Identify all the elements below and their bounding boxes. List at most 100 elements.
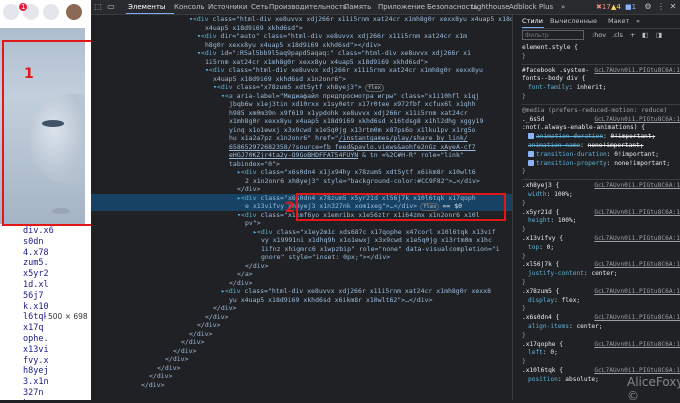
- source-link[interactable]: GcL7AUvn0i1.PIGtu8C6A:1: [594, 314, 680, 323]
- dom-node-line[interactable]: ▸<div class="x1ey2m1c xds687c x17qophe x…: [91, 228, 512, 237]
- dom-node-line[interactable]: x1mh8g0r xexx8yu x4uap5 x18d9i69 xkhd6sd…: [91, 117, 512, 126]
- dom-node-line[interactable]: tabindex="0">: [91, 160, 512, 169]
- info-count-badge[interactable]: ■1: [625, 0, 636, 14]
- dom-node-line[interactable]: 1i5rnm xat24cr x1mh8g0r xexx8yu x4uap5 x…: [91, 58, 512, 67]
- dom-node-line[interactable]: h985 xm0m39n x9f619 x1ypdohk xe8uvvx xdj…: [91, 109, 512, 118]
- css-property[interactable]: align-items: center;: [522, 323, 680, 332]
- dom-node-line[interactable]: </div>: [91, 338, 512, 347]
- source-link[interactable]: GcL7AUvn0i1.PIGtu8C6A:1: [594, 261, 680, 270]
- css-property[interactable]: height: 100%;: [522, 217, 680, 226]
- dom-node-line[interactable]: ▾<a aria-label="Медиафайл предпросмотра …: [91, 92, 512, 101]
- inspect-icon[interactable]: ⬚: [93, 2, 103, 12]
- css-property[interactable]: transition-duration: 0!important;: [522, 150, 680, 160]
- dom-node-line[interactable]: </div>: [91, 313, 512, 322]
- source-link[interactable]: GcL7AUvn0i1.PIGtu8C6A:1: [594, 116, 680, 125]
- tab-lighthouse[interactable]: Lighthouse: [471, 0, 510, 14]
- tab-sources[interactable]: Источники: [208, 0, 247, 14]
- dom-node-line[interactable]: eHGJ70KZjr4ta2y-O9GoBHDFFAT54FUYN & tn =…: [91, 151, 512, 160]
- css-property[interactable]: left: 0;: [522, 349, 680, 358]
- dom-node-line[interactable]: ▾<div dir="auto" class="html-div xe8uvvx…: [91, 32, 512, 41]
- source-link[interactable]: GcL7AUvn0i1.PIGtu8C6A:1: [594, 341, 680, 350]
- toggle-sidebar-icon[interactable]: ◧: [642, 31, 648, 40]
- css-property[interactable]: font-family: inherit;: [522, 84, 680, 93]
- css-property[interactable]: animation-name: none!important;: [522, 142, 680, 151]
- error-count-badge[interactable]: ✖17: [596, 0, 611, 14]
- menu-icon[interactable]: [3, 4, 19, 20]
- new-rule-button[interactable]: +: [630, 31, 635, 40]
- css-property[interactable]: transition-property: none!important;: [522, 159, 680, 169]
- annotation-box-1: [2, 40, 91, 226]
- dom-node-line[interactable]: x4uap5 x18d9i69 xkhd6sd">: [91, 24, 512, 33]
- dom-node-line[interactable]: </div>: [91, 355, 512, 364]
- dom-node-line[interactable]: ▾<div class="html-div xe8uvvx xdj266r x1…: [91, 15, 512, 24]
- dom-node-line[interactable]: </div>: [91, 262, 512, 271]
- dom-node-line[interactable]: jbqb6w x1ej3tin xd10rxx x1sy0etr x17r0te…: [91, 100, 512, 109]
- source-link[interactable]: GcL7AUvn0i1.PIGtu8C6A:1: [594, 182, 680, 191]
- tab-computed[interactable]: Вычисленные: [550, 15, 597, 28]
- tab-layout[interactable]: Макет: [608, 15, 629, 28]
- dom-node-line[interactable]: x4uap5 x18d9i69 xkhd6sd x1n2onr6">: [91, 75, 512, 84]
- dom-node-line[interactable]: ▾<div id=":R5al5bb9l5aq9papd5aqaq:" clas…: [91, 49, 512, 58]
- dom-node-line[interactable]: </div>: [91, 330, 512, 339]
- class-name-fragment: fvy.x: [23, 355, 49, 366]
- more-tabs-icon[interactable]: »: [561, 0, 565, 14]
- tab-elements[interactable]: Элементы: [128, 0, 165, 14]
- dom-node-line[interactable]: </div>: [91, 372, 512, 381]
- property-checkbox[interactable]: [528, 133, 534, 140]
- dom-node-line[interactable]: ▾<div class="html-div xe8uvvx xdj266r x1…: [91, 66, 512, 75]
- styles-filter-input[interactable]: [522, 30, 584, 40]
- flex-badge[interactable]: flex: [364, 84, 384, 92]
- dom-node-line[interactable]: </div>: [91, 381, 512, 390]
- css-property[interactable]: display: flex;: [522, 297, 680, 306]
- dom-node-line[interactable]: 658652972682358/?source=fb_feed&pavlo.vi…: [91, 143, 512, 152]
- dom-node-line[interactable]: 1ifnz xhigmrc6 x1wpzbip" role="none" dat…: [91, 245, 512, 254]
- tab-application[interactable]: Приложение: [378, 0, 425, 14]
- panel-divider[interactable]: [512, 15, 513, 400]
- class-toggle[interactable]: .cls: [612, 31, 623, 40]
- tab-memory[interactable]: Память: [344, 0, 371, 14]
- dom-node-line[interactable]: gnore" style="inset: 0px;"></div>: [91, 253, 512, 262]
- dom-node-line[interactable]: yu x4uap5 x18d9i69 xkhd6sd x6ikm8r x10wl…: [91, 296, 512, 305]
- dom-node-line[interactable]: </a>: [91, 270, 512, 279]
- css-property[interactable]: justify-content: center;: [522, 270, 680, 279]
- avatar[interactable]: [66, 4, 82, 20]
- hover-state-toggle[interactable]: :hov: [592, 31, 606, 40]
- settings-icon[interactable]: ⚙: [643, 2, 653, 12]
- close-icon[interactable]: ✕: [668, 2, 678, 12]
- source-link[interactable]: GcL7AUvn0i1.PIGtu8C6A:1: [594, 288, 680, 297]
- dom-node-line[interactable]: </div>: [91, 347, 512, 356]
- dom-node-line[interactable]: ▾<div class="x78zum5 xdt5ytf xh8yej3"> fl…: [91, 83, 512, 92]
- dom-node-line[interactable]: </div>: [91, 304, 512, 313]
- tab-network[interactable]: Сеть: [251, 0, 268, 14]
- dom-node-line[interactable]: vy x19991ni x1dhq9h x1o1ewxj x3x9cwd x1e…: [91, 236, 512, 245]
- dom-node-line[interactable]: </div>: [91, 321, 512, 330]
- dom-node-line[interactable]: yinq x1o1ewxj x3x9cwd x1e5q0jg x13rtm0m …: [91, 126, 512, 135]
- warning-count-badge[interactable]: ▲4: [611, 0, 621, 14]
- dom-node-line[interactable]: </div>: [91, 279, 512, 288]
- notifications-icon[interactable]: [43, 4, 59, 20]
- more-panes-icon[interactable]: »: [636, 15, 640, 28]
- css-selector: #facebook .system- GcL7AUvn0i1.PIGtu8C6A:…: [522, 66, 680, 76]
- property-checkbox[interactable]: [528, 159, 534, 166]
- dom-node-line[interactable]: ▸<div class="x6s0dn4 x1jx94hy x78zum5 xd…: [91, 168, 512, 177]
- dom-node-line[interactable]: 2 x1n2onr6 xh8yej3" style="background-co…: [91, 177, 512, 186]
- source-link[interactable]: GcL7AUvn0i1.PIGtu8C6A:1: [594, 235, 680, 244]
- dom-node-line[interactable]: ▸<div class="html-div xe8uvvx xdj266r x1…: [91, 287, 512, 296]
- tab-performance[interactable]: Производительность: [269, 0, 347, 14]
- dom-node-line[interactable]: h8g0r xexx8yu x4uap5 x18d9i69 xkhd6sd"><…: [91, 41, 512, 50]
- property-checkbox[interactable]: [528, 150, 534, 157]
- dom-node-line[interactable]: hu x1a2a7pz x1n2onr6" href="/instantgame…: [91, 134, 512, 143]
- css-property[interactable]: width: 100%;: [522, 191, 680, 200]
- css-property[interactable]: animation-duration: 0!important;: [522, 133, 680, 142]
- more-options-icon[interactable]: ⋮: [656, 2, 666, 12]
- computed-styles-icon[interactable]: ◨: [656, 31, 662, 40]
- dom-node-line[interactable]: </div>: [91, 364, 512, 373]
- tab-adblock-plus[interactable]: Adblock Plus: [509, 0, 553, 14]
- source-link[interactable]: GcL7AUvn0i1.PIGtu8C6A:1: [594, 67, 680, 76]
- css-property[interactable]: top: 0;: [522, 244, 680, 253]
- tab-console[interactable]: Консоль: [174, 0, 205, 14]
- css-selector: .xl56j7k {GcL7AUvn0i1.PIGtu8C6A:1: [522, 261, 680, 270]
- css-selector: ._6s5d GcL7AUvn0i1.PIGtu8C6A:1: [522, 115, 680, 125]
- device-toolbar-icon[interactable]: ▭: [106, 2, 116, 12]
- source-link[interactable]: GcL7AUvn0i1.PIGtu8C6A:1: [594, 209, 680, 218]
